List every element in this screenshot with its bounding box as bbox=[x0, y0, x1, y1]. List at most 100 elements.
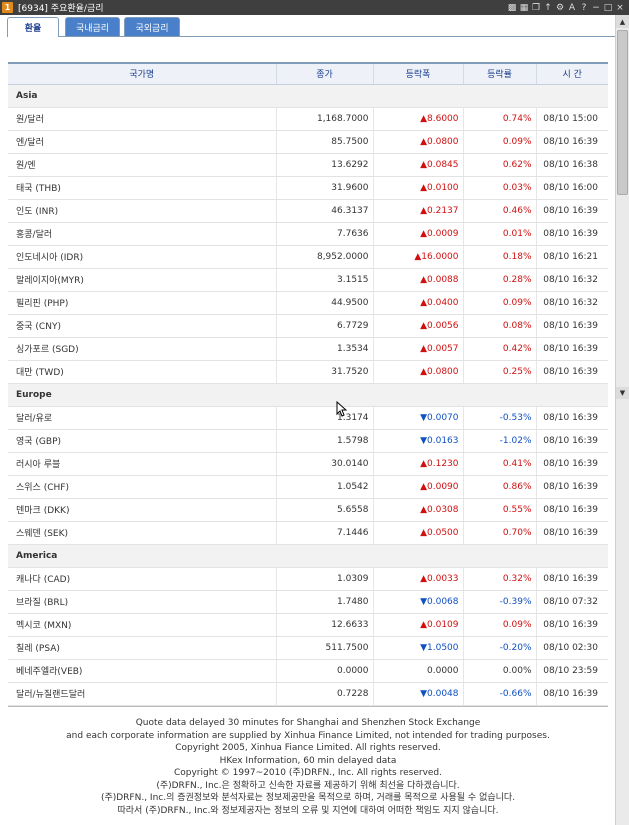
table-row[interactable]: 칠레 (PSA) 511.7500 ▼1.0500 -0.20% 08/10 02:30 bbox=[8, 636, 608, 660]
cell-country-name: 대만 (TWD) bbox=[8, 360, 276, 384]
table-row[interactable]: 대만 (TWD) 31.7520 ▲0.0800 0.25% 08/10 16:39 bbox=[8, 360, 608, 384]
table-row[interactable]: 덴마크 (DKK) 5.6558 ▲0.0308 0.55% 08/10 16:39 bbox=[8, 498, 608, 522]
cell-country-name: 달러/뉴질랜드달러 bbox=[8, 682, 276, 706]
cell-country-name: 캐나다 (CAD) bbox=[8, 567, 276, 591]
table-row[interactable]: 캐나다 (CAD) 1.0309 ▲0.0033 0.32% 08/10 16:39 bbox=[8, 567, 608, 591]
cell-change: ▼1.0500 bbox=[372, 636, 463, 660]
cell-close-price: 85.7500 bbox=[275, 130, 373, 154]
table-row[interactable]: 영국 (GBP) 1.5798 ▼0.0163 -1.02% 08/10 16:39 bbox=[8, 429, 608, 453]
table-row[interactable]: 멕시코 (MXN) 12.6633 ▲0.0109 0.09% 08/10 16:39 bbox=[8, 613, 608, 637]
scroll-thumb[interactable] bbox=[617, 30, 628, 195]
cell-change: ▼0.0048 bbox=[372, 682, 463, 706]
region-row: America bbox=[8, 544, 608, 568]
table-row[interactable]: 홍콩/달러 7.7636 ▲0.0009 0.01% 08/10 16:39 bbox=[8, 222, 608, 246]
tab-foreign-rates[interactable]: 국외금리 bbox=[124, 17, 180, 36]
title-bar: 1 [6934] 주요환율/금리 ▩ ▦ ❐ ↑ ⚙ A ? − □ × bbox=[0, 0, 629, 15]
table-row[interactable]: 엔/달러 85.7500 ▲0.0800 0.09% 08/10 16:39 bbox=[8, 130, 608, 154]
table-row[interactable]: 태국 (THB) 31.9600 ▲0.0100 0.03% 08/10 16:00 bbox=[8, 176, 608, 200]
cell-country-name: 말레이지아(MYR) bbox=[8, 268, 276, 292]
table-row[interactable]: 말레이지아(MYR) 3.1515 ▲0.0088 0.28% 08/10 16:32 bbox=[8, 268, 608, 292]
maximize-icon[interactable]: □ bbox=[603, 2, 613, 13]
disclaimer-line: Quote data delayed 30 minutes for Shangh… bbox=[135, 718, 481, 728]
header-country[interactable]: 국가명 bbox=[8, 62, 276, 85]
table-row[interactable]: 러시아 루블 30.0140 ▲0.1230 0.41% 08/10 16:39 bbox=[8, 452, 608, 476]
table-row[interactable]: 원/달러 1,168.7000 ▲8.6000 0.74% 08/10 15:00 bbox=[8, 107, 608, 131]
window-icon[interactable]: ❐ bbox=[531, 2, 541, 13]
cell-time: 08/10 16:32 bbox=[535, 291, 608, 315]
lock-icon[interactable]: ▩ bbox=[507, 2, 517, 13]
cell-country-name: 달러/유로 bbox=[8, 406, 276, 430]
cell-close-price: 1,168.7000 bbox=[275, 107, 373, 131]
table-row[interactable]: 인도 (INR) 46.3137 ▲0.2137 0.46% 08/10 16:39 bbox=[8, 199, 608, 223]
vertical-scrollbar[interactable]: ▲ ▼ bbox=[615, 15, 629, 825]
cell-time: 08/10 16:38 bbox=[535, 153, 608, 177]
cell-close-price: 6.7729 bbox=[275, 314, 373, 338]
cell-time: 08/10 16:39 bbox=[535, 452, 608, 476]
header-close-price[interactable]: 종가 bbox=[275, 62, 373, 85]
cell-time: 08/10 16:21 bbox=[535, 245, 608, 269]
cell-change: ▼0.0068 bbox=[372, 590, 463, 614]
table-row[interactable]: 스위스 (CHF) 1.0542 ▲0.0090 0.86% 08/10 16:39 bbox=[8, 475, 608, 499]
cell-close-price: 44.9500 bbox=[275, 291, 373, 315]
cell-change: ▲0.0500 bbox=[372, 521, 463, 545]
cell-close-price: 1.5798 bbox=[275, 429, 373, 453]
table-row[interactable]: 브라질 (BRL) 1.7480 ▼0.0068 -0.39% 08/10 07:32 bbox=[8, 590, 608, 614]
cell-change-rate: 0.74% bbox=[462, 107, 536, 131]
cell-time: 08/10 16:39 bbox=[535, 406, 608, 430]
cell-change: ▲0.0845 bbox=[372, 153, 463, 177]
cell-close-price: 0.0000 bbox=[275, 659, 373, 683]
cell-close-price: 5.6558 bbox=[275, 498, 373, 522]
header-change-rate[interactable]: 등락률 bbox=[462, 62, 536, 85]
help-icon[interactable]: ? bbox=[579, 2, 589, 13]
header-time[interactable]: 시 간 bbox=[535, 62, 608, 85]
cell-country-name: 인도네시아 (IDR) bbox=[8, 245, 276, 269]
cell-time: 08/10 16:39 bbox=[535, 498, 608, 522]
grid-icon[interactable]: ▦ bbox=[519, 2, 529, 13]
table-row[interactable]: 원/엔 13.6292 ▲0.0845 0.62% 08/10 16:38 bbox=[8, 153, 608, 177]
settings-icon[interactable]: ⚙ bbox=[555, 2, 565, 13]
window-title: [6934] 주요환율/금리 bbox=[18, 4, 104, 14]
cell-close-price: 31.7520 bbox=[275, 360, 373, 384]
cell-country-name: 태국 (THB) bbox=[8, 176, 276, 200]
cell-change: ▲0.0057 bbox=[372, 337, 463, 361]
minimize-icon[interactable]: − bbox=[591, 2, 601, 13]
scroll-down-arrow-icon[interactable]: ▼ bbox=[616, 387, 629, 399]
cell-close-price: 7.1446 bbox=[275, 521, 373, 545]
font-icon[interactable]: A bbox=[567, 2, 577, 13]
cell-change-rate: -0.66% bbox=[462, 682, 536, 706]
cell-change-rate: 0.08% bbox=[462, 314, 536, 338]
header-change[interactable]: 등락폭 bbox=[372, 62, 463, 85]
close-icon[interactable]: × bbox=[615, 2, 625, 13]
region-label: Europe bbox=[8, 383, 608, 407]
cell-country-name: 원/달러 bbox=[8, 107, 276, 131]
region-label: Asia bbox=[8, 84, 608, 108]
cell-country-name: 영국 (GBP) bbox=[8, 429, 276, 453]
table-row[interactable]: 달러/뉴질랜드달러 0.7228 ▼0.0048 -0.66% 08/10 16:39 bbox=[8, 682, 608, 706]
table-row[interactable]: 스웨덴 (SEK) 7.1446 ▲0.0500 0.70% 08/10 16:39 bbox=[8, 521, 608, 545]
table-row[interactable]: 인도네시아 (IDR) 8,952.0000 ▲16.0000 0.18% 08/10 … bbox=[8, 245, 608, 269]
cell-change-rate: 0.28% bbox=[462, 268, 536, 292]
tab-domestic-rates[interactable]: 국내금리 bbox=[65, 17, 120, 36]
cell-change: ▲0.0090 bbox=[372, 475, 463, 499]
region-row: Asia bbox=[8, 84, 608, 108]
cell-change-rate: 0.25% bbox=[462, 360, 536, 384]
cell-change: ▲0.0100 bbox=[372, 176, 463, 200]
cell-change-rate: 0.41% bbox=[462, 452, 536, 476]
cell-country-name: 중국 (CNY) bbox=[8, 314, 276, 338]
table-row[interactable]: 베네주엘라(VEB) 0.0000 0.0000 0.00% 08/10 23:59 bbox=[8, 659, 608, 683]
cell-time: 08/10 07:32 bbox=[535, 590, 608, 614]
cell-time: 08/10 16:39 bbox=[535, 199, 608, 223]
scroll-up-arrow-icon[interactable]: ▲ bbox=[616, 15, 629, 28]
cell-country-name: 브라질 (BRL) bbox=[8, 590, 276, 614]
tab-exchange-rate[interactable]: 환율 bbox=[7, 17, 59, 37]
table-row[interactable]: 달러/유로 1.3174 ▼0.0070 -0.53% 08/10 16:39 bbox=[8, 406, 608, 430]
cell-change-rate: 0.00% bbox=[462, 659, 536, 683]
table-row[interactable]: 싱가포르 (SGD) 1.3534 ▲0.0057 0.42% 08/10 16:39 bbox=[8, 337, 608, 361]
table-row[interactable]: 중국 (CNY) 6.7729 ▲0.0056 0.08% 08/10 16:39 bbox=[8, 314, 608, 338]
pin-icon[interactable]: ↑ bbox=[543, 2, 553, 13]
table-row[interactable]: 필리핀 (PHP) 44.9500 ▲0.0400 0.09% 08/10 16:32 bbox=[8, 291, 608, 315]
cell-change: ▲0.2137 bbox=[372, 199, 463, 223]
cell-country-name: 원/엔 bbox=[8, 153, 276, 177]
cell-change: ▲0.0109 bbox=[372, 613, 463, 637]
cell-close-price: 30.0140 bbox=[275, 452, 373, 476]
